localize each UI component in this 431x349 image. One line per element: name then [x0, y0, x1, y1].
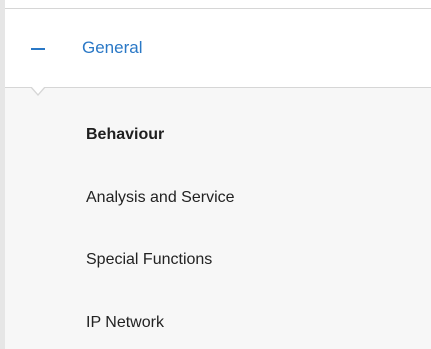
submenu-item-behaviour[interactable]: Behaviour	[86, 124, 164, 146]
submenu-item-analysis-and-service[interactable]: Analysis and Service	[86, 187, 235, 209]
minus-icon[interactable]	[31, 48, 45, 50]
section-title: General	[82, 38, 143, 57]
active-section-pointer-fill	[31, 86, 45, 94]
settings-navigation-panel: General Behaviour Analysis and Service S…	[0, 0, 431, 349]
general-submenu: Behaviour Analysis and Service Special F…	[5, 88, 431, 349]
submenu-item-special-functions[interactable]: Special Functions	[86, 249, 212, 271]
general-section-header[interactable]: General	[5, 8, 431, 88]
submenu-item-ip-network[interactable]: IP Network	[86, 312, 164, 334]
